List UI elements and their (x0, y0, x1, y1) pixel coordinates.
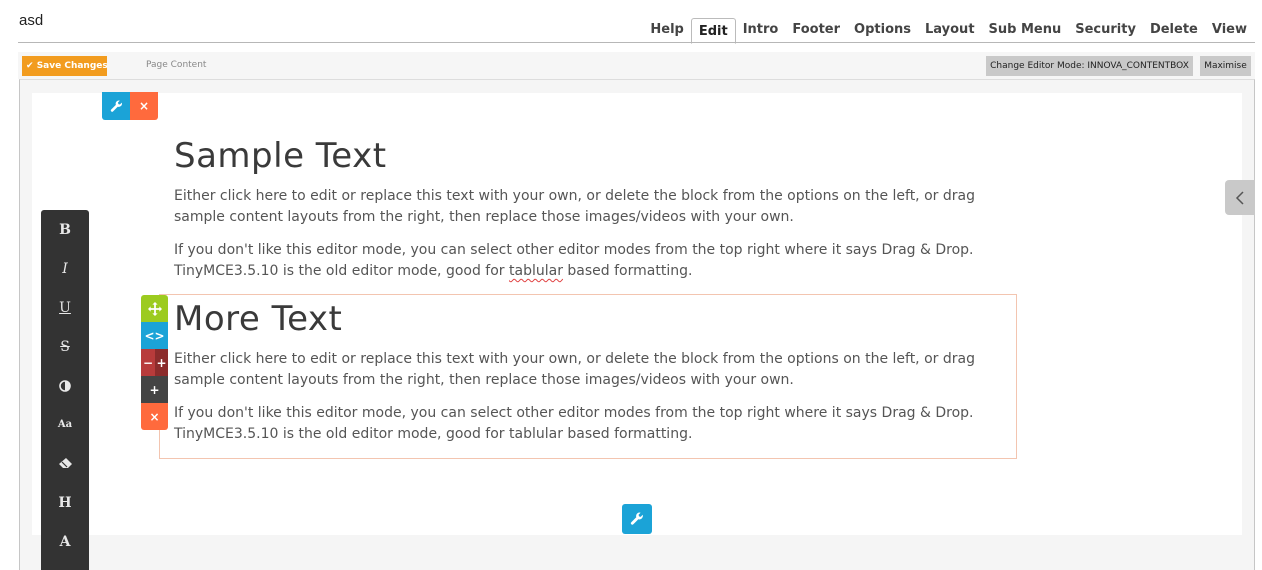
editor-page: asd Help Edit Intro Footer Options Layou… (0, 0, 1262, 570)
snippets-panel-chevron-left-icon[interactable] (1225, 180, 1255, 215)
block2-paragraph-2[interactable]: If you don't like this editor mode, you … (174, 403, 994, 445)
tab-help[interactable]: Help (643, 17, 690, 43)
increase-width-icon[interactable]: + (155, 349, 168, 376)
tab-footer[interactable]: Footer (785, 17, 847, 43)
save-changes-button[interactable]: ✔ Save Changes (22, 56, 108, 76)
text-format-toolbar: B I U S Aa H A (41, 210, 89, 570)
tab-sub-menu[interactable]: Sub Menu (982, 17, 1069, 43)
tab-edit[interactable]: Edit (690, 18, 736, 44)
html-code-icon[interactable]: <> (141, 322, 168, 349)
add-content-wrench-icon[interactable] (622, 504, 652, 534)
tabs-divider (18, 42, 1255, 43)
underline-icon[interactable]: U (41, 288, 89, 327)
check-icon: ✔ (26, 61, 34, 71)
font-family-icon[interactable]: A (41, 522, 89, 561)
misspelled-word: tablular (509, 263, 563, 279)
change-editor-mode-button[interactable]: Change Editor Mode: INNOVA_CONTENTBOX (986, 56, 1193, 76)
block2-heading[interactable]: More Text (174, 299, 342, 339)
row-settings-wrench-icon[interactable] (102, 92, 130, 120)
tab-security[interactable]: Security (1068, 17, 1143, 43)
block1-paragraph-2[interactable]: If you don't like this editor mode, you … (174, 240, 994, 282)
tab-delete[interactable]: Delete (1143, 17, 1205, 43)
block1-heading[interactable]: Sample Text (174, 136, 387, 176)
block1-paragraph-1[interactable]: Either click here to edit or replace thi… (174, 186, 994, 228)
font-size-icon[interactable]: Aa (41, 405, 89, 444)
tab-options[interactable]: Options (847, 17, 918, 43)
maximise-button[interactable]: Maximise (1200, 56, 1251, 76)
editor-toolbar: ✔ Save Changes Page Content Change Edito… (18, 52, 1255, 79)
strikethrough-icon[interactable]: S (41, 327, 89, 366)
bold-icon[interactable]: B (41, 210, 89, 249)
delete-block-icon[interactable]: × (141, 403, 168, 430)
block2-paragraph-1[interactable]: Either click here to edit or replace thi… (174, 349, 994, 391)
breadcrumb: Page Content (146, 60, 207, 70)
tab-intro[interactable]: Intro (736, 17, 786, 43)
color-contrast-icon[interactable] (41, 366, 89, 405)
italic-icon[interactable]: I (41, 249, 89, 288)
tab-layout[interactable]: Layout (918, 17, 982, 43)
save-label: Save Changes (36, 61, 108, 71)
duplicate-block-icon[interactable]: + (141, 376, 168, 403)
decrease-width-icon[interactable]: − (141, 349, 155, 376)
move-block-icon[interactable] (141, 295, 168, 322)
row-remove-close-icon[interactable]: × (130, 92, 158, 120)
eraser-icon[interactable] (41, 444, 89, 483)
page-title: asd (19, 12, 44, 29)
tab-view[interactable]: View (1205, 17, 1254, 43)
tab-bar: Help Edit Intro Footer Options Layout Su… (643, 17, 1254, 44)
heading-icon[interactable]: H (41, 483, 89, 522)
block1-p2-end: based formatting. (562, 263, 693, 279)
